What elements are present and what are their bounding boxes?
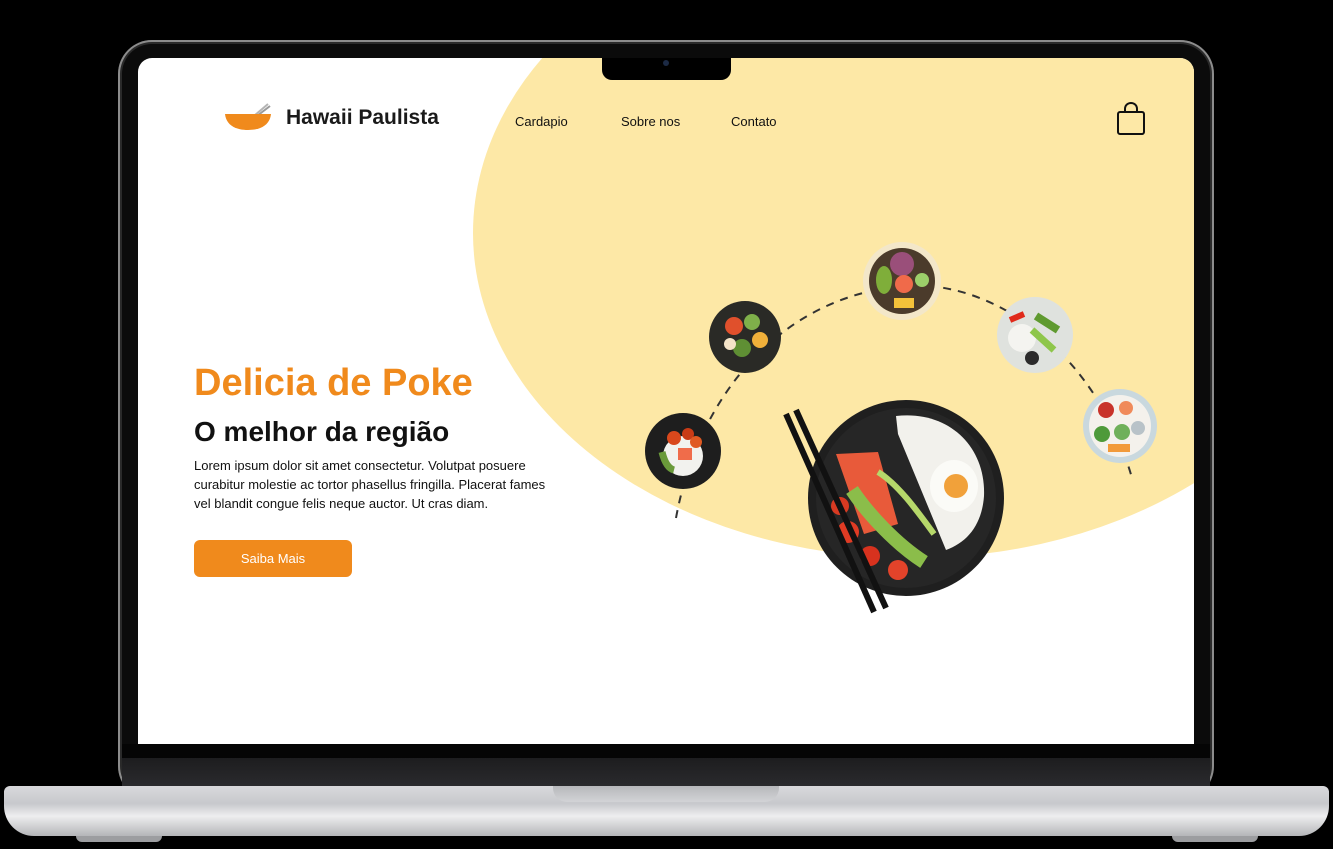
laptop-hinge	[122, 758, 1210, 788]
hero-description: Lorem ipsum dolor sit amet consectetur. …	[194, 458, 546, 511]
poke-bowl-image	[709, 301, 781, 373]
poke-bowl-image	[1083, 389, 1157, 463]
website-screen: Hawaii Paulista Cardapio Sobre nos Conta…	[138, 58, 1194, 744]
bowl-logo-icon[interactable]	[224, 102, 272, 132]
laptop-foot	[76, 836, 162, 842]
poke-bowl-image	[645, 413, 721, 489]
hero-subtitle: O melhor da região	[194, 416, 450, 447]
hero-title: Delicia de Poke	[194, 362, 473, 404]
nav-contato[interactable]: Contato	[731, 114, 777, 129]
shopping-bag-icon[interactable]	[1116, 102, 1146, 136]
nav-sobre-nos[interactable]: Sobre nos	[621, 114, 680, 129]
laptop-foot	[1172, 836, 1258, 842]
laptop-open-notch	[553, 786, 779, 802]
screen-bezel	[122, 744, 1210, 758]
brand-name[interactable]: Hawaii Paulista	[286, 106, 439, 130]
main-poke-bowl-image	[783, 400, 1004, 614]
saiba-mais-button[interactable]: Saiba Mais	[194, 540, 352, 577]
nav-cardapio[interactable]: Cardapio	[515, 114, 568, 129]
poke-bowl-image	[997, 297, 1073, 373]
poke-bowl-image	[863, 242, 941, 320]
camera-icon	[663, 60, 669, 66]
